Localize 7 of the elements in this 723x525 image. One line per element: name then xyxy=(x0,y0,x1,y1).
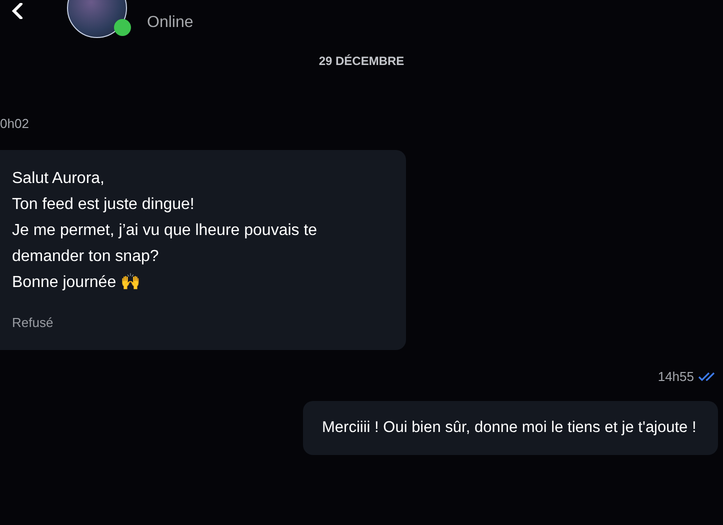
message-time: 0h02 xyxy=(0,115,30,133)
message-text: Salut Aurora, Ton feed est juste dingue! Je me permet, j’ai vu que lheure pouvais te demander ton snap? Bonne journée 🙌 xyxy=(12,168,318,292)
contact-status: Online xyxy=(147,13,194,33)
message-text: Merciiii ! Oui bien sûr, donne moi le tiens et je t'ajoute ! xyxy=(322,418,698,438)
message-status: Refusé xyxy=(12,314,54,332)
date-separator: 29 DÉCEMBRE xyxy=(318,53,406,70)
message-time: 14h55 xyxy=(658,368,694,386)
